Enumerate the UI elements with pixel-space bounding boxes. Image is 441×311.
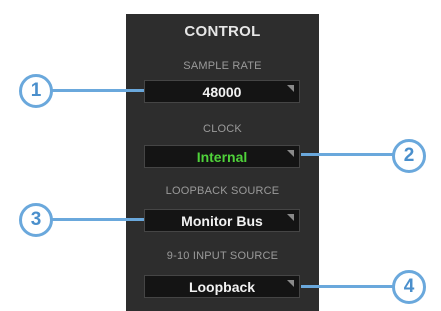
input-source-label: 9-10 INPUT SOURCE xyxy=(166,250,279,262)
loopback-source-label: LOOPBACK SOURCE xyxy=(165,185,280,197)
clock-value: Internal xyxy=(196,149,248,165)
callout-badge-2: 2 xyxy=(392,139,426,173)
dropdown-arrow-icon xyxy=(287,280,294,287)
callout-line-1 xyxy=(51,89,144,92)
clock-label: CLOCK xyxy=(203,123,242,135)
callout-badge-1: 1 xyxy=(19,74,53,108)
control-panel: CONTROL SAMPLE RATE 48000 CLOCK Internal… xyxy=(126,14,319,311)
callout-line-4 xyxy=(301,285,395,288)
dropdown-arrow-icon xyxy=(287,150,294,157)
callout-line-3 xyxy=(51,218,144,221)
loopback-source-value: Monitor Bus xyxy=(181,213,263,229)
callout-line-2 xyxy=(301,153,395,156)
input-source-dropdown[interactable]: Loopback xyxy=(144,275,300,298)
callout-badge-3: 3 xyxy=(19,203,53,237)
loopback-source-dropdown[interactable]: Monitor Bus xyxy=(144,209,300,232)
dropdown-arrow-icon xyxy=(287,85,294,92)
input-source-value: Loopback xyxy=(188,279,256,295)
dropdown-arrow-icon xyxy=(287,214,294,221)
callout-badge-4: 4 xyxy=(392,270,426,304)
sample-rate-label: SAMPLE RATE xyxy=(183,60,262,72)
sample-rate-value: 48000 xyxy=(202,84,242,100)
clock-dropdown[interactable]: Internal xyxy=(144,145,300,168)
sample-rate-dropdown[interactable]: 48000 xyxy=(144,80,300,103)
panel-title: CONTROL xyxy=(184,23,261,40)
